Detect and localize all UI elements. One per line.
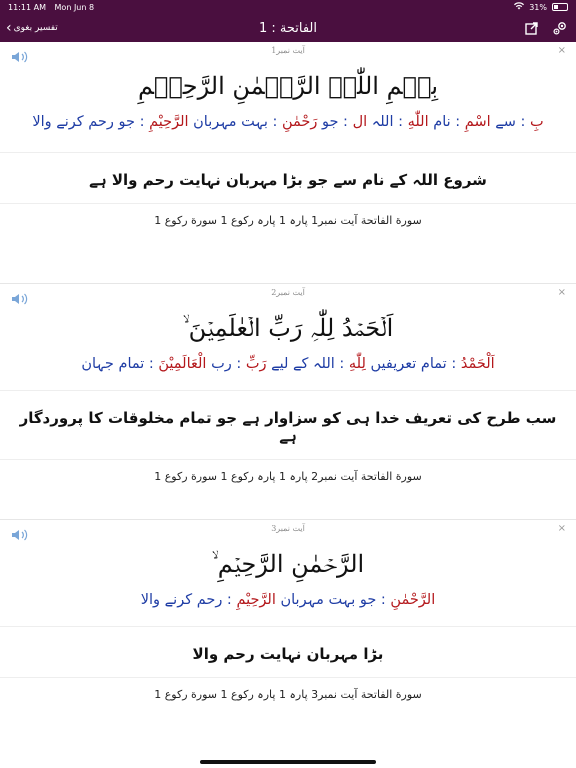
verse-reference: سورة الفاتحة آیت نمبر2 پارہ 1 پارہ رکوع … bbox=[0, 458, 576, 495]
wifi-icon bbox=[514, 2, 525, 12]
close-icon[interactable]: × bbox=[558, 287, 566, 298]
back-label: تفسیر بغوی bbox=[13, 23, 58, 33]
word-arabic: اَلْحَمْدُ bbox=[460, 355, 495, 372]
word-urdu: رب bbox=[211, 355, 232, 372]
word-urdu: اللہ bbox=[371, 113, 394, 130]
urdu-translation: شروع اللہ کے نام سے جو بڑا مہربان نہایت … bbox=[89, 170, 487, 189]
verse-reference: سورة الفاتحة آیت نمبر3 پارہ 1 پارہ رکوع … bbox=[0, 676, 576, 713]
gear-icon[interactable] bbox=[552, 20, 568, 36]
word-urdu: اللہ کے لیے bbox=[271, 355, 335, 372]
status-right: 31% bbox=[514, 2, 568, 12]
page-title: الفاتحة : 1 bbox=[258, 20, 317, 36]
ayat-number-label: آیت نمبر2 bbox=[271, 288, 305, 297]
arabic-verse: بِسۡمِ اللّٰہِ الرَّحۡمٰنِ الرَّحِیۡمِ bbox=[137, 72, 439, 100]
verse-card: آیت نمبر2 × اَلۡحَمۡدُ لِلّٰہِ رَبِّ الۡ… bbox=[0, 284, 576, 520]
status-date: Mon Jun 8 bbox=[54, 2, 95, 12]
word-urdu: تمام تعریفیں bbox=[370, 355, 447, 372]
back-button[interactable]: ‹ تفسیر بغوی bbox=[6, 14, 58, 42]
word-arabic: اللّٰهِ bbox=[407, 113, 429, 130]
verse-header: آیت نمبر1 × bbox=[0, 42, 576, 63]
word-arabic: رَبِّ bbox=[245, 355, 267, 372]
word-arabic: ال bbox=[352, 113, 368, 130]
urdu-translation: سب طرح کی تعریف خدا ہی کو سزاوار ہے جو ت… bbox=[19, 408, 557, 445]
battery-icon bbox=[552, 3, 568, 11]
chevron-left-icon: ‹ bbox=[6, 20, 12, 36]
verse-card: آیت نمبر3 × الرَّحۡمٰنِ الرَّحِیۡمِ ۙ ال… bbox=[0, 520, 576, 750]
word-urdu: رحم کرنے والا bbox=[140, 591, 223, 608]
battery-fill bbox=[554, 5, 558, 9]
arabic-verse: اَلۡحَمۡدُ لِلّٰہِ رَبِّ الۡعٰلَمِیۡنَ ۙ bbox=[182, 314, 394, 342]
ayat-number-label: آیت نمبر3 bbox=[271, 524, 305, 533]
word-urdu: تمام جہان bbox=[81, 355, 145, 372]
word-arabic: اسْمِ bbox=[464, 113, 491, 130]
arabic-verse: الرَّحۡمٰنِ الرَّحِیۡمِ ۙ bbox=[211, 550, 365, 578]
word-arabic: رَحْمٰنِ bbox=[281, 113, 318, 130]
word-urdu: سے bbox=[495, 113, 516, 130]
word-by-word: الرَّحْمٰنِ : جو بہت مہربان الرَّحِيْمِ … bbox=[140, 591, 436, 608]
ayat-number-label: آیت نمبر1 bbox=[271, 46, 305, 55]
verse-header: آیت نمبر3 × bbox=[0, 520, 576, 541]
share-icon[interactable] bbox=[525, 21, 538, 35]
close-icon[interactable]: × bbox=[558, 523, 566, 534]
word-arabic: الرَّحِيْمِ bbox=[149, 113, 189, 130]
urdu-translation: بڑا مہربان نہایت رحم والا bbox=[192, 644, 384, 663]
verse-list: آیت نمبر1 × بِسۡمِ اللّٰہِ الرَّحۡمٰنِ ا… bbox=[0, 42, 576, 750]
word-urdu: جو رحم کرنے والا bbox=[32, 113, 135, 130]
verse-card: آیت نمبر1 × بِسۡمِ اللّٰہِ الرَّحۡمٰنِ ا… bbox=[0, 42, 576, 284]
word-arabic: الرَّحِيْمِ bbox=[236, 591, 276, 608]
battery-percent: 31% bbox=[529, 2, 547, 12]
verse-reference: سورة الفاتحة آیت نمبر1 پارہ 1 پارہ رکوع … bbox=[0, 202, 576, 239]
close-icon[interactable]: × bbox=[558, 45, 566, 56]
word-urdu: جو bbox=[321, 113, 339, 130]
word-arabic: بِ bbox=[530, 113, 544, 130]
home-indicator[interactable] bbox=[200, 760, 376, 764]
word-by-word: اَلْحَمْدُ : تمام تعریفیں لِلّٰهِ : اللہ… bbox=[81, 355, 495, 372]
word-urdu: نام bbox=[433, 113, 451, 130]
word-arabic: الْعَالَمِيْنَ bbox=[158, 355, 207, 372]
status-time: 11:11 AM bbox=[8, 2, 46, 12]
verse-header: آیت نمبر2 × bbox=[0, 284, 576, 305]
nav-bar: ‹ تفسیر بغوی الفاتحة : 1 bbox=[0, 14, 576, 42]
word-urdu: جو بہت مہربان bbox=[280, 591, 377, 608]
nav-actions bbox=[525, 14, 568, 42]
word-arabic: لِلّٰهِ bbox=[348, 355, 366, 372]
word-urdu: بہت مہربان bbox=[193, 113, 268, 130]
status-bar: 11:11 AM Mon Jun 8 31% bbox=[0, 0, 576, 14]
status-left: 11:11 AM Mon Jun 8 bbox=[8, 3, 100, 12]
word-arabic: الرَّحْمٰنِ bbox=[390, 591, 436, 608]
word-by-word: بِ : سے اسْمِ : نام اللّٰهِ : اللہ ال : … bbox=[32, 113, 544, 130]
